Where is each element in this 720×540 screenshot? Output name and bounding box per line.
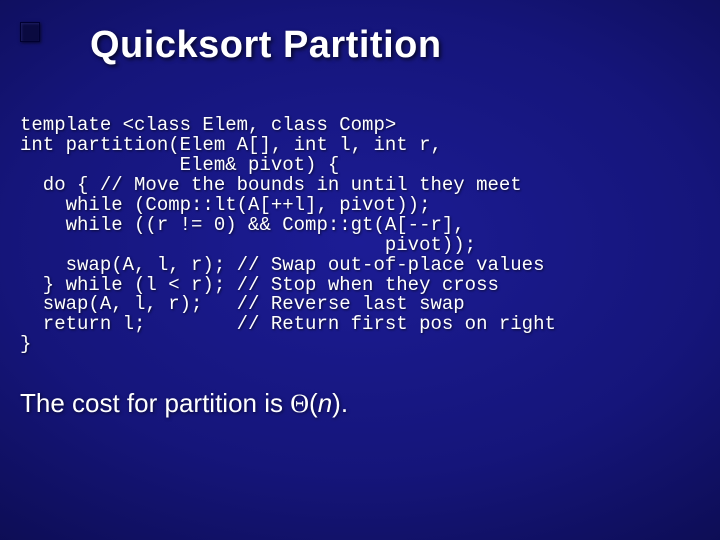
slide-title: Quicksort Partition [90,24,442,67]
cost-statement: The cost for partition is Θ(n). [20,388,348,419]
bullet-square [20,22,40,42]
open-paren: ( [309,388,318,418]
theta-symbol: Θ [290,389,309,418]
cost-text-prefix: The cost for partition is [20,388,290,418]
close-paren: ). [332,388,348,418]
cost-variable: n [318,388,332,418]
slide: Quicksort Partition template <class Elem… [0,0,720,540]
code-block: template <class Elem, class Comp> int pa… [20,116,700,355]
